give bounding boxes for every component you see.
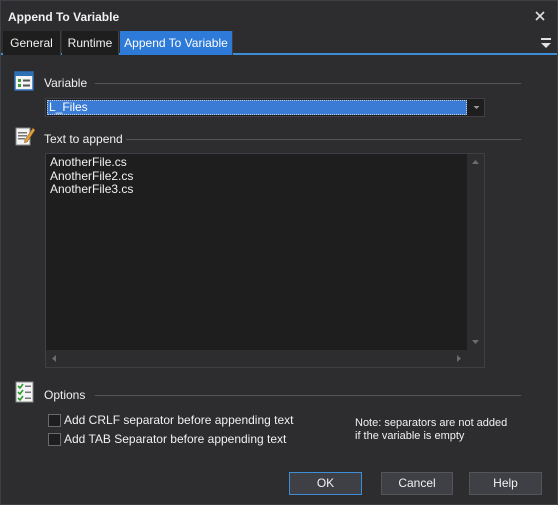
text-line: AnotherFile2.cs [50, 168, 134, 183]
tab-general[interactable]: General [3, 31, 61, 55]
options-divider [95, 395, 521, 396]
help-button[interactable]: Help [469, 472, 542, 495]
tab-separator-label[interactable]: Add TAB Separator before appending text [64, 432, 286, 446]
horizontal-scrollbar[interactable] [46, 350, 467, 367]
tab-menu-button[interactable] [539, 37, 553, 49]
edit-text-icon [15, 125, 36, 146]
tab-append-to-variable[interactable]: Append To Variable [120, 31, 233, 55]
variable-list-icon [14, 71, 34, 91]
text-content: AnotherFile.cs AnotherFile2.cs AnotherFi… [50, 155, 134, 197]
tab-separator-checkbox[interactable] [48, 433, 61, 446]
close-icon [535, 11, 545, 21]
scroll-corner [467, 350, 484, 367]
options-checklist-icon [15, 381, 35, 403]
vertical-scrollbar[interactable] [467, 154, 484, 350]
variable-label: Variable [44, 76, 88, 90]
scroll-right-icon[interactable] [450, 350, 467, 367]
dialog-window: Append To Variable General Runtime Appen… [0, 0, 558, 505]
text-line: AnotherFile.cs [50, 155, 127, 169]
close-button[interactable] [529, 5, 551, 27]
options-label: Options [44, 388, 86, 402]
variable-selected-value: L_Files [47, 100, 467, 115]
chevron-down-icon [473, 106, 480, 109]
note-line-2: if the variable is empty [355, 430, 465, 442]
scroll-left-icon[interactable] [46, 350, 63, 367]
note-line-1: Note: separators are not added [355, 417, 508, 429]
menu-dropdown-icon [541, 38, 551, 48]
window-title: Append To Variable [8, 10, 120, 24]
cancel-button[interactable]: Cancel [381, 472, 453, 495]
scroll-up-icon[interactable] [467, 154, 484, 171]
variable-divider [95, 83, 521, 84]
text-to-append-label: Text to append [44, 132, 123, 146]
text-divider [126, 139, 521, 140]
text-line: AnotherFile3.cs [50, 182, 134, 196]
scroll-down-icon[interactable] [467, 333, 484, 350]
crlf-label[interactable]: Add CRLF separator before appending text [64, 413, 293, 427]
crlf-checkbox[interactable] [48, 414, 61, 427]
tab-bar: General Runtime Append To Variable [1, 31, 557, 55]
variable-dropdown-button[interactable] [468, 98, 485, 117]
text-to-append-input[interactable]: AnotherFile.cs AnotherFile2.cs AnotherFi… [45, 153, 485, 368]
separator-note: Note: separators are not added if the va… [355, 417, 535, 443]
title-bar: Append To Variable [1, 1, 557, 31]
ok-button[interactable]: OK [289, 472, 362, 495]
variable-select[interactable]: L_Files [45, 98, 485, 117]
tab-runtime[interactable]: Runtime [62, 31, 119, 55]
